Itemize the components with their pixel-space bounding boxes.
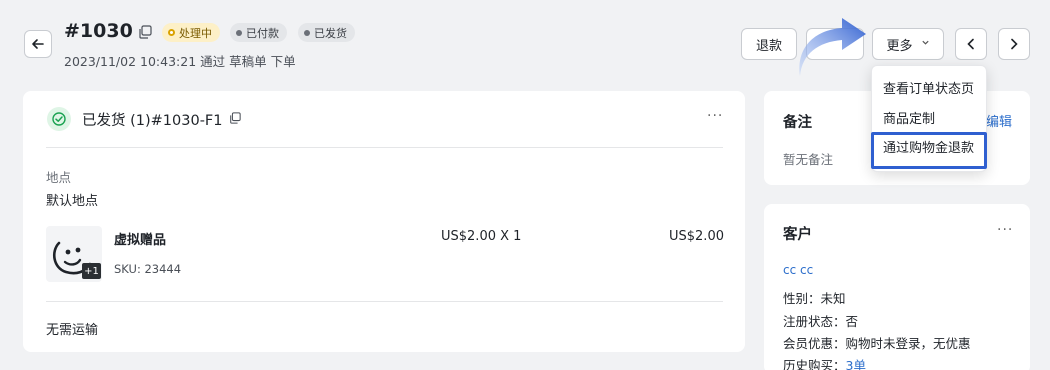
order-number: #1030 xyxy=(64,20,133,42)
next-order-button[interactable] xyxy=(998,28,1030,60)
back-button[interactable] xyxy=(24,30,52,58)
status-badge-label: 已发货 xyxy=(314,26,347,40)
location-value: 默认地点 xyxy=(46,194,99,209)
status-dot-icon xyxy=(236,29,242,36)
chevron-right-icon xyxy=(1011,38,1018,50)
chevron-down-icon xyxy=(921,38,930,50)
status-dot-icon xyxy=(168,29,175,36)
chevron-left-icon xyxy=(967,38,974,50)
notes-title: 备注 xyxy=(783,115,812,131)
menu-item-view-status-page[interactable]: 查看订单状态页 xyxy=(883,78,974,97)
product-sku: SKU: 23444 xyxy=(114,262,182,276)
highlight-box xyxy=(871,132,987,169)
fulfillment-title: 已发货 (1)#1030-F1 xyxy=(82,113,223,129)
status-badge-paid: 已付款 xyxy=(230,23,287,42)
customer-title: 客户 xyxy=(783,227,812,243)
product-name[interactable]: 虚拟赠品 xyxy=(114,229,166,248)
customer-purchase-history: 历史购买：3单 xyxy=(783,355,866,370)
copy-icon[interactable] xyxy=(138,25,152,39)
shipping-note: 无需运输 xyxy=(46,323,99,338)
notes-edit-link[interactable]: 编辑 xyxy=(986,111,1012,130)
check-circle-icon xyxy=(47,107,71,131)
history-label: 历史购买： xyxy=(783,358,846,370)
location-label: 地点 xyxy=(46,170,72,185)
divider xyxy=(46,301,723,302)
more-options-icon[interactable]: ··· xyxy=(707,108,723,124)
fulfillment-card xyxy=(23,91,745,352)
history-count-link[interactable]: 3单 xyxy=(846,358,866,370)
previous-order-button[interactable] xyxy=(955,28,987,60)
status-badge-label: 已付款 xyxy=(246,26,279,40)
status-badge-processing: 处理中 xyxy=(162,23,220,42)
status-badge-shipped: 已发货 xyxy=(298,23,355,42)
customer-gender: 性别：未知 xyxy=(783,291,846,306)
menu-item-product-customization[interactable]: 商品定制 xyxy=(883,108,935,127)
product-line-total: US$2.00 xyxy=(669,229,724,244)
product-unit-price: US$2.00 X 1 xyxy=(441,229,522,244)
arrow-left-icon xyxy=(32,39,44,49)
status-badge-label: 处理中 xyxy=(179,26,212,40)
order-subtitle: 2023/11/02 10:43:21 通过 草稿单 下单 xyxy=(64,54,296,69)
refund-button[interactable]: 退款 xyxy=(741,28,797,60)
customer-registration: 注册状态：否 xyxy=(783,314,859,329)
more-button-label: 更多 xyxy=(886,38,913,54)
divider xyxy=(46,147,723,148)
customer-member-discount: 会员优惠：购物时未登录，无优惠 xyxy=(783,336,971,351)
copy-icon[interactable] xyxy=(229,112,241,124)
customer-name-link[interactable]: cc cc xyxy=(783,263,813,277)
status-dot-icon xyxy=(304,29,310,36)
notes-empty-text: 暂无备注 xyxy=(783,152,834,167)
quantity-badge: +1 xyxy=(82,263,101,279)
more-button[interactable]: 更多 xyxy=(872,28,944,60)
more-options-icon[interactable]: ··· xyxy=(997,222,1013,238)
pointer-arrow-icon xyxy=(799,18,866,76)
